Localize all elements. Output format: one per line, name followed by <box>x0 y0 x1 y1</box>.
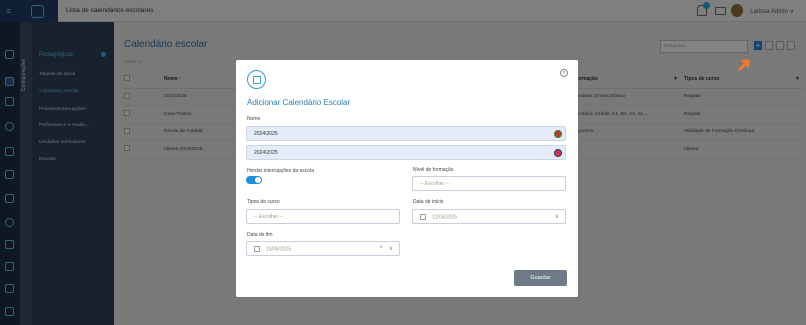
level-select[interactable]: -- Escolher -- <box>412 176 566 191</box>
course-types-select[interactable]: -- Escolher -- <box>246 209 400 224</box>
uk-flag-icon <box>554 149 562 157</box>
arrow-annotation-icon <box>738 59 750 71</box>
name-en-field[interactable]: 2024\2025 <box>246 145 566 160</box>
dialog-logo-icon <box>247 70 266 89</box>
name-pt-value: 2024\2025 <box>254 131 278 137</box>
add-calendar-dialog: × Adicionar Calendário Escolar Nome 2024… <box>236 60 578 297</box>
close-icon[interactable]: × <box>560 69 568 77</box>
course-types-label: Tipos de curso <box>247 199 280 205</box>
start-date-field[interactable]: 12/06/2025 ∨ <box>412 209 566 224</box>
save-button[interactable]: Guardar <box>514 270 567 286</box>
name-pt-field[interactable]: 2024\2025 <box>246 126 566 141</box>
interruptions-label: Herdar interrupções da escola <box>247 168 314 174</box>
course-types-placeholder: -- Escolher -- <box>254 214 283 220</box>
calendar-icon <box>254 246 260 252</box>
name-en-value: 2024\2025 <box>254 150 278 156</box>
end-date-field[interactable]: 13/06/2025 × ∨ <box>246 241 400 256</box>
calendar-icon <box>420 214 426 220</box>
level-placeholder: -- Escolher -- <box>420 181 449 187</box>
end-date-label: Data de fim <box>247 232 273 238</box>
name-label: Nome <box>247 116 261 122</box>
portugal-flag-icon <box>554 130 562 138</box>
level-label: Nível de formação <box>413 167 454 173</box>
inherit-interruptions-toggle[interactable] <box>246 176 262 184</box>
end-date-value: 13/06/2025 <box>266 246 292 253</box>
dialog-title: Adicionar Calendário Escolar <box>247 98 351 107</box>
chevron-down-icon[interactable]: ∨ <box>555 213 559 220</box>
start-date-value: 12/06/2025 <box>432 214 458 221</box>
clear-icon[interactable]: × <box>379 245 383 251</box>
chevron-down-icon[interactable]: ∨ <box>389 245 393 252</box>
start-date-label: Data de início <box>413 199 444 205</box>
